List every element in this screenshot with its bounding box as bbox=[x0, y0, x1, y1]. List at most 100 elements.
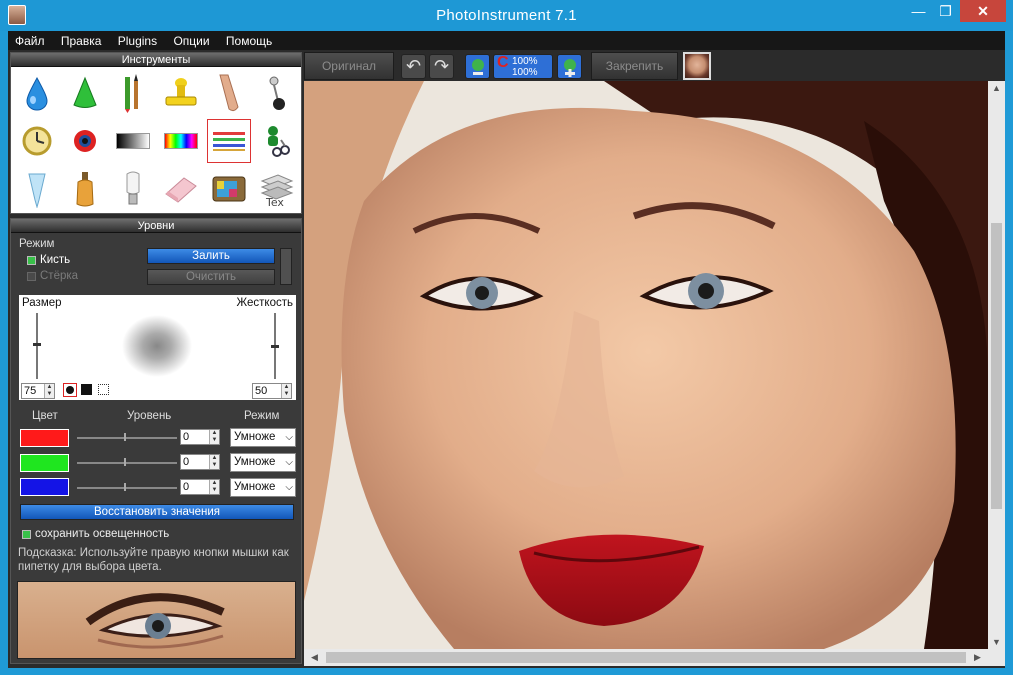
tools-panel-title: Инструменты bbox=[11, 53, 301, 67]
undo-button[interactable]: ↶ bbox=[401, 54, 426, 79]
red-spin-arrows[interactable]: ▲ ▼ bbox=[209, 430, 219, 444]
gradient-tool[interactable] bbox=[109, 117, 157, 165]
green-color-swatch[interactable] bbox=[20, 454, 69, 472]
portrait-photo bbox=[304, 81, 988, 649]
round-brush-icon[interactable] bbox=[63, 383, 77, 397]
size-spin-arrows[interactable]: ▲ ▼ bbox=[44, 384, 54, 398]
zoom-out-icon bbox=[471, 58, 484, 75]
eraser-checkbox[interactable] bbox=[27, 272, 36, 281]
zoom-out-button[interactable] bbox=[465, 54, 490, 79]
zoom-100-button[interactable]: C 100% 100% bbox=[493, 54, 553, 79]
red-mode-select[interactable]: Умноже ⌵ bbox=[230, 428, 296, 447]
face-thumbnail-button[interactable] bbox=[683, 52, 711, 80]
spectrum-tool[interactable] bbox=[157, 117, 205, 165]
square-brush-icon[interactable] bbox=[81, 384, 92, 395]
lamp-tool[interactable] bbox=[109, 165, 157, 213]
green-spin-arrows[interactable]: ▲ ▼ bbox=[209, 455, 219, 469]
size-slider-thumb[interactable] bbox=[33, 343, 41, 346]
red-level-spinner[interactable]: 0 ▲ ▼ bbox=[180, 429, 220, 445]
color-stripes-tool[interactable] bbox=[205, 117, 253, 165]
scroll-right-icon[interactable]: ▶ bbox=[969, 652, 986, 663]
levels-panel: Уровни Режим Кисть Стёрка Залить Очистит… bbox=[10, 218, 302, 664]
brush-pencil-icon bbox=[125, 74, 138, 113]
hardness-slider-thumb[interactable] bbox=[271, 345, 279, 348]
brush-checkbox[interactable] bbox=[27, 256, 36, 265]
drop-tool[interactable] bbox=[13, 69, 61, 117]
scroll-up-icon[interactable]: ▲ bbox=[988, 83, 1005, 93]
pin-button[interactable]: Закрепить bbox=[591, 52, 678, 80]
keep-light-checkbox[interactable] bbox=[22, 530, 31, 539]
size-spinner[interactable]: 75 ▲ ▼ bbox=[21, 383, 55, 399]
brush-preview bbox=[122, 315, 192, 377]
hardness-spinner[interactable]: 50 ▲ ▼ bbox=[252, 383, 292, 399]
menu-help[interactable]: Помощь bbox=[219, 31, 278, 48]
clone-scissors-tool[interactable] bbox=[253, 117, 301, 165]
maximize-button[interactable]: ❐ bbox=[932, 0, 959, 22]
bottle-icon bbox=[76, 172, 94, 207]
vertical-scroll-thumb[interactable] bbox=[991, 223, 1002, 509]
blue-mode-value: Умноже bbox=[234, 481, 276, 493]
horizontal-scroll-thumb[interactable] bbox=[326, 652, 966, 663]
clear-button[interactable]: Очистить bbox=[147, 269, 275, 285]
blue-level-slider[interactable] bbox=[77, 487, 177, 489]
blue-mode-select[interactable]: Умноже ⌵ bbox=[230, 478, 296, 497]
pin-tool[interactable] bbox=[253, 69, 301, 117]
menu-plugins[interactable]: Plugins bbox=[111, 31, 163, 48]
zoom-in-button[interactable] bbox=[557, 54, 582, 79]
image-toolbar: Оригинал ↶ ↷ C 100% 100% Закрепить bbox=[304, 52, 1005, 80]
selection-brush-icon[interactable] bbox=[98, 384, 109, 395]
green-level-spinner[interactable]: 0 ▲ ▼ bbox=[180, 454, 220, 470]
tv-tool[interactable] bbox=[205, 165, 253, 213]
redo-button[interactable]: ↷ bbox=[429, 54, 454, 79]
red-mode-value: Умноже bbox=[234, 431, 276, 443]
hardness-value: 50 bbox=[255, 385, 268, 397]
blue-spin-arrows[interactable]: ▲ ▼ bbox=[209, 480, 219, 494]
blue-level-spinner[interactable]: 0 ▲ ▼ bbox=[180, 479, 220, 495]
eye-tool[interactable] bbox=[61, 117, 109, 165]
stamp-tool[interactable] bbox=[157, 69, 205, 117]
cone-tool[interactable] bbox=[61, 69, 109, 117]
menu-bar: Файл Правка Plugins Опции Помощь bbox=[8, 31, 1005, 50]
green-level-slider[interactable] bbox=[77, 462, 177, 464]
red-color-swatch[interactable] bbox=[20, 429, 69, 447]
drop-icon bbox=[26, 76, 48, 111]
tube-tool[interactable] bbox=[13, 165, 61, 213]
keep-light-label: сохранить освещенность bbox=[35, 528, 170, 540]
zoom-level-top: 100% bbox=[512, 56, 538, 67]
hint-text: Подсказка: Используйте правую кнопки мыш… bbox=[18, 547, 289, 573]
red-level-slider[interactable] bbox=[77, 437, 177, 439]
title-bar: PhotoInstrument 7.1 — ❐ ✕ bbox=[0, 0, 1013, 31]
text-tool[interactable]: Tex bbox=[253, 165, 301, 213]
panel-grip[interactable] bbox=[280, 248, 292, 285]
bottle-tool[interactable] bbox=[61, 165, 109, 213]
green-mode-select[interactable]: Умноже ⌵ bbox=[230, 453, 296, 472]
size-slider-track[interactable] bbox=[36, 313, 38, 379]
image-canvas[interactable] bbox=[304, 81, 988, 649]
fill-button[interactable]: Залить bbox=[147, 248, 275, 264]
restore-values-button[interactable]: Восстановить значения bbox=[20, 504, 294, 520]
mode-column-header: Режим bbox=[244, 410, 280, 422]
brush-pencil-tool[interactable] bbox=[109, 69, 157, 117]
eraser-tool[interactable] bbox=[157, 165, 205, 213]
tools-panel: Инструменты Tex bbox=[10, 52, 302, 214]
menu-file[interactable]: Файл bbox=[8, 31, 51, 48]
vertical-scrollbar[interactable]: ▲ ▼ bbox=[988, 81, 1005, 649]
red-level-thumb[interactable] bbox=[124, 433, 126, 441]
scroll-left-icon[interactable]: ◀ bbox=[306, 652, 323, 663]
green-level-thumb[interactable] bbox=[124, 458, 126, 466]
chevron-down-icon: ⌵ bbox=[285, 432, 293, 443]
finger-tool[interactable] bbox=[205, 69, 253, 117]
finger-icon bbox=[219, 74, 239, 112]
minimize-button[interactable]: — bbox=[905, 0, 932, 22]
menu-edit[interactable]: Правка bbox=[54, 31, 108, 48]
blue-level-thumb[interactable] bbox=[124, 483, 126, 491]
original-button[interactable]: Оригинал bbox=[304, 52, 394, 80]
blue-color-swatch[interactable] bbox=[20, 478, 69, 496]
hardness-spin-arrows[interactable]: ▲ ▼ bbox=[281, 384, 291, 398]
close-button[interactable]: ✕ bbox=[960, 0, 1006, 22]
clock-tool[interactable] bbox=[13, 117, 61, 165]
green-mode-value: Умноже bbox=[234, 456, 276, 468]
horizontal-scrollbar[interactable]: ◀ ▶ bbox=[304, 649, 988, 666]
scroll-down-icon[interactable]: ▼ bbox=[988, 637, 1005, 647]
menu-options[interactable]: Опции bbox=[166, 31, 215, 48]
